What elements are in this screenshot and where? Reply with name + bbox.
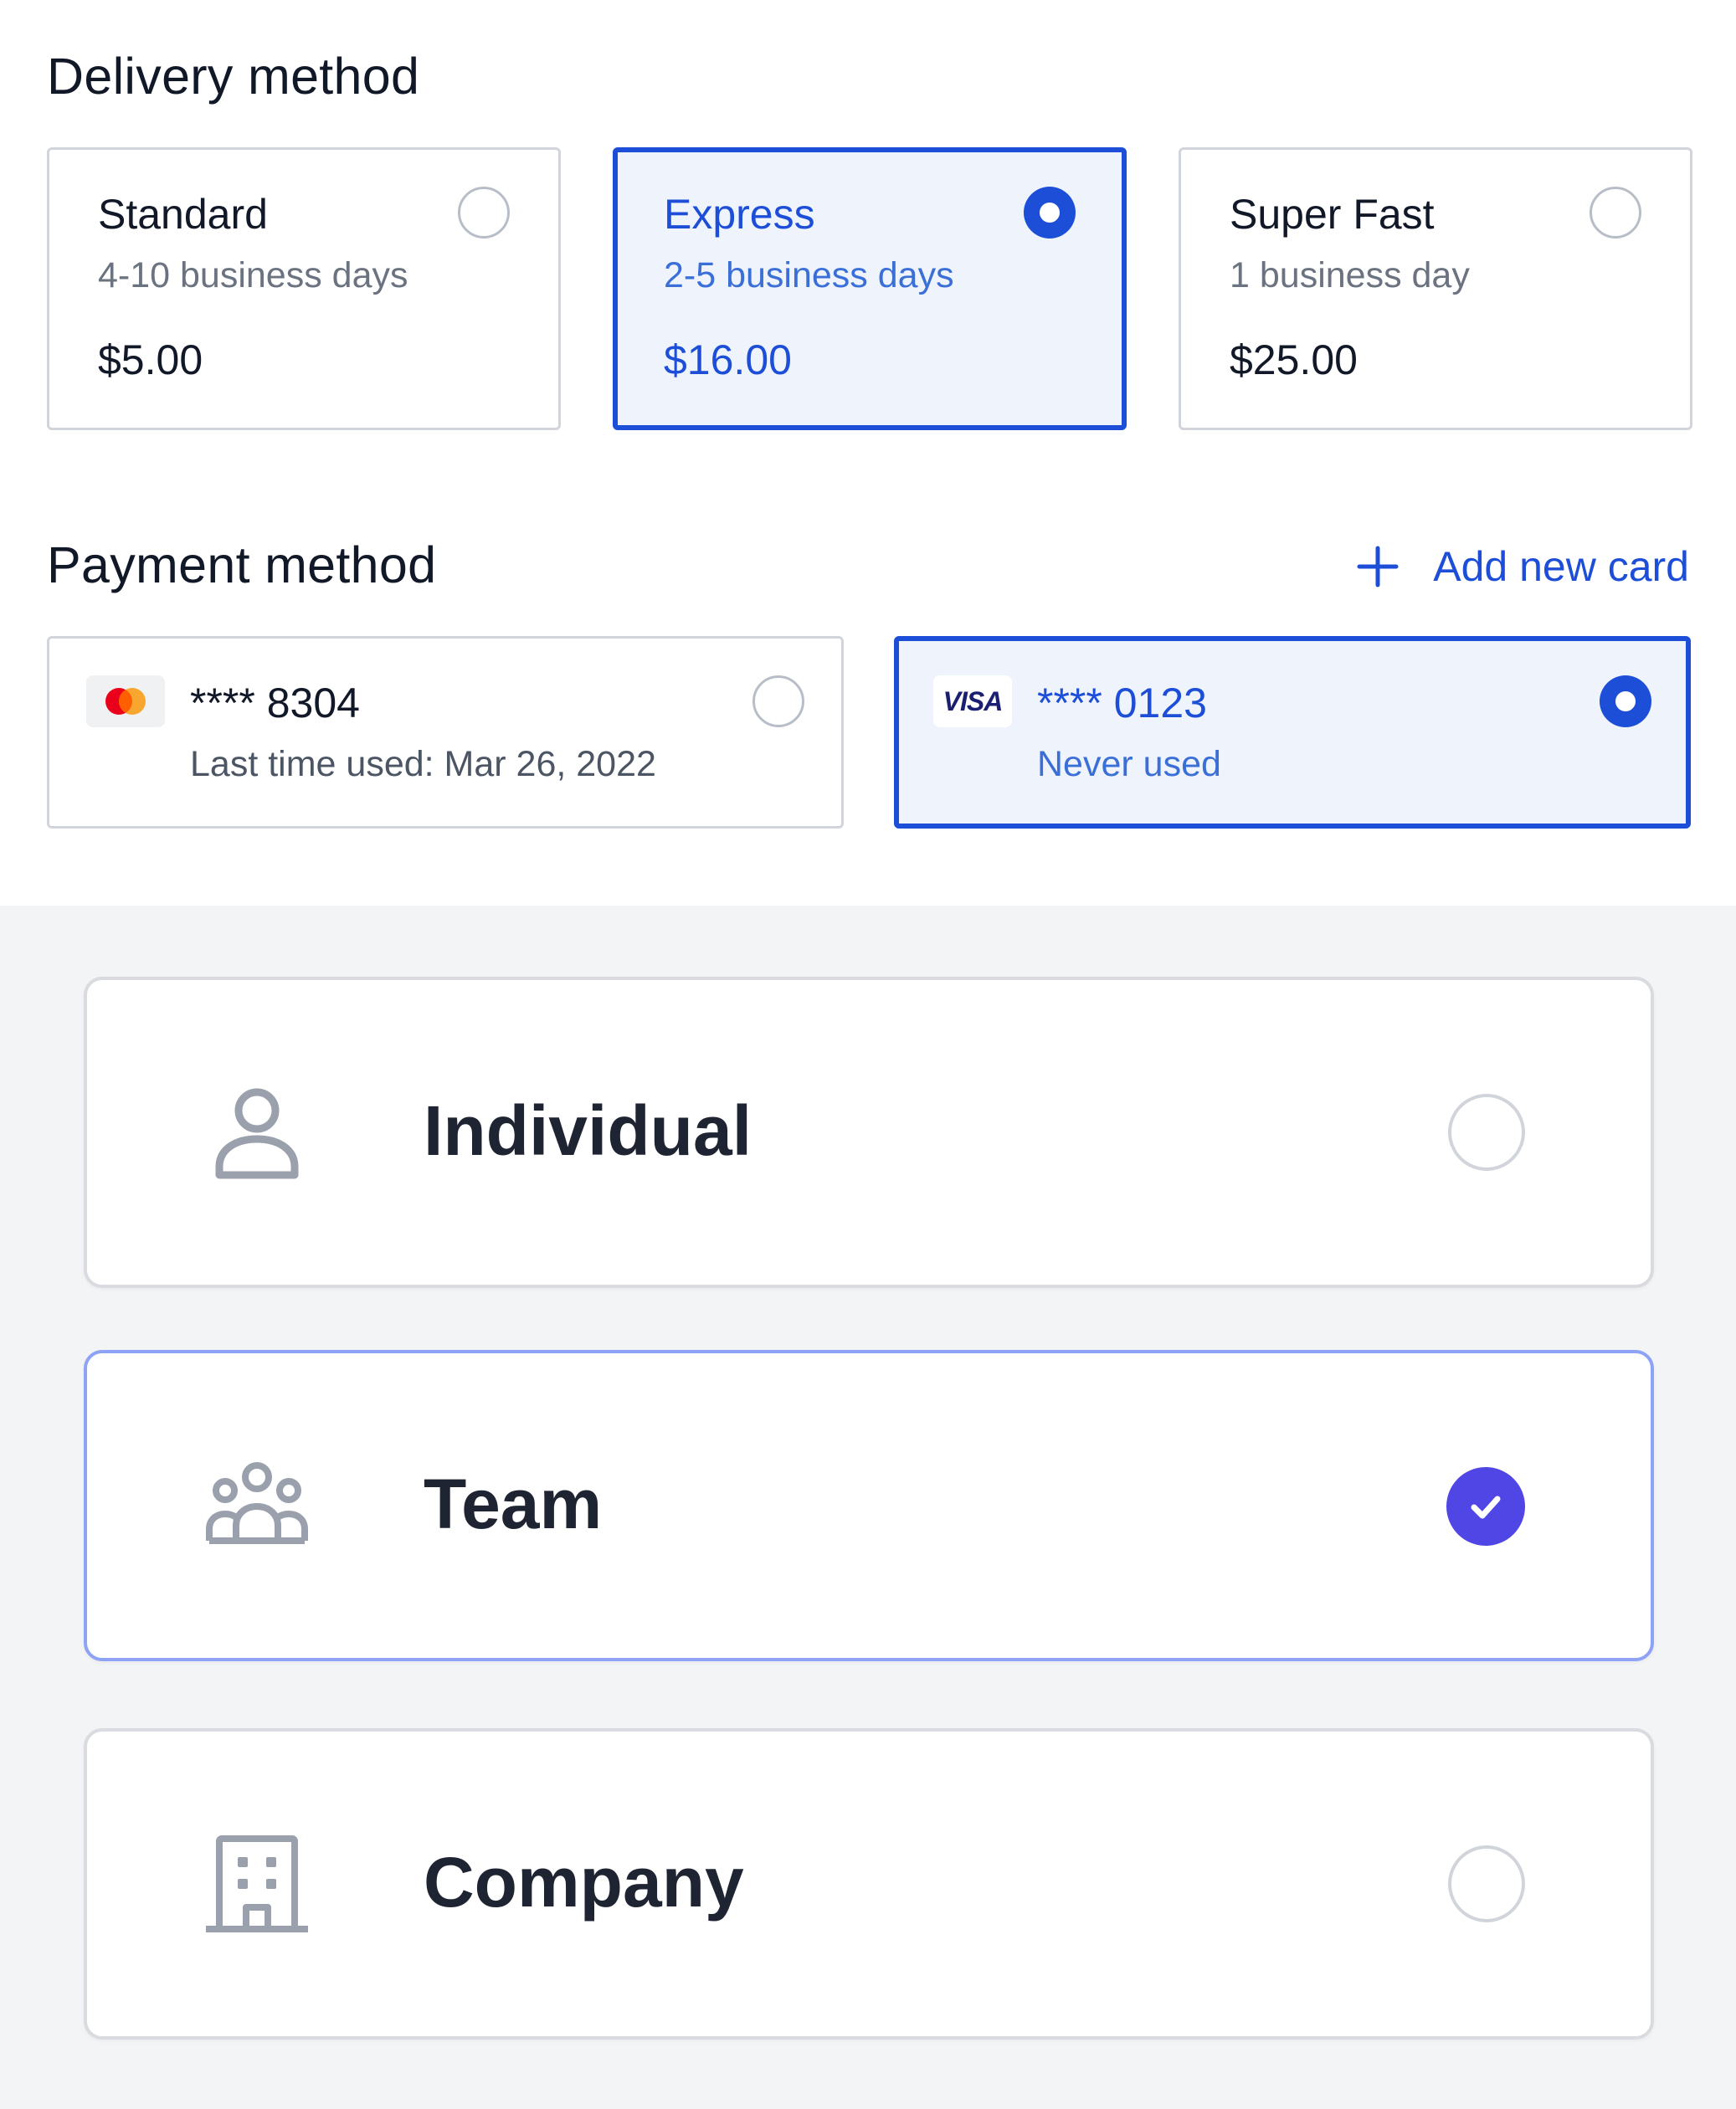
delivery-super-fast-radio[interactable] xyxy=(1590,187,1641,239)
check-circle-icon[interactable] xyxy=(1446,1467,1525,1546)
delivery-option-price: $25.00 xyxy=(1230,336,1358,383)
delivery-standard-radio[interactable] xyxy=(458,187,510,239)
card-last-used: Last time used: Mar 26, 2022 xyxy=(190,744,656,784)
account-option-team[interactable]: Team xyxy=(84,1350,1654,1661)
account-type-panel: Individual Team Company xyxy=(0,906,1736,2109)
delivery-option-name: Express xyxy=(664,191,815,238)
account-option-label: Company xyxy=(424,1843,744,1922)
account-option-label: Team xyxy=(424,1465,603,1543)
account-option-label: Individual xyxy=(424,1091,752,1170)
building-icon xyxy=(206,1835,308,1932)
company-radio[interactable] xyxy=(1448,1845,1525,1922)
card-number: **** 8304 xyxy=(190,680,360,726)
visa-radio[interactable] xyxy=(1600,675,1651,727)
visa-icon: VISA xyxy=(933,675,1012,727)
delivery-option-days: 1 business day xyxy=(1230,255,1470,295)
add-new-card-label: Add new card xyxy=(1433,543,1689,590)
delivery-option-days: 2-5 business days xyxy=(664,255,954,295)
delivery-option-standard[interactable]: Standard 4-10 business days $5.00 xyxy=(47,147,561,430)
payment-method-title: Payment method xyxy=(47,536,437,593)
delivery-option-name: Standard xyxy=(98,191,268,238)
delivery-option-price: $16.00 xyxy=(664,336,792,383)
delivery-method-title: Delivery method xyxy=(47,48,420,105)
delivery-option-super-fast[interactable]: Super Fast 1 business day $25.00 xyxy=(1179,147,1692,430)
delivery-option-days: 4-10 business days xyxy=(98,255,408,295)
account-option-individual[interactable]: Individual xyxy=(84,977,1654,1288)
user-icon xyxy=(215,1088,299,1179)
individual-radio[interactable] xyxy=(1448,1094,1525,1171)
mastercard-radio[interactable] xyxy=(752,675,804,727)
users-group-icon xyxy=(206,1462,308,1544)
mastercard-icon xyxy=(86,675,165,727)
plus-icon xyxy=(1357,546,1399,588)
delivery-express-radio[interactable] xyxy=(1024,187,1076,239)
payment-card-visa[interactable]: VISA **** 0123 Never used xyxy=(894,636,1691,829)
delivery-option-name: Super Fast xyxy=(1230,191,1435,238)
delivery-option-price: $5.00 xyxy=(98,336,203,383)
checkout-page: Delivery method Standard 4-10 business d… xyxy=(0,0,1736,2109)
account-option-company[interactable]: Company xyxy=(84,1728,1654,2040)
card-last-used: Never used xyxy=(1037,744,1221,784)
delivery-option-express[interactable]: Express 2-5 business days $16.00 xyxy=(613,147,1127,430)
payment-card-mastercard[interactable]: **** 8304 Last time used: Mar 26, 2022 xyxy=(47,636,844,829)
card-number: **** 0123 xyxy=(1037,680,1207,726)
add-new-card-button[interactable]: Add new card xyxy=(1354,542,1689,591)
visa-logo-text: VISA xyxy=(942,685,1004,716)
